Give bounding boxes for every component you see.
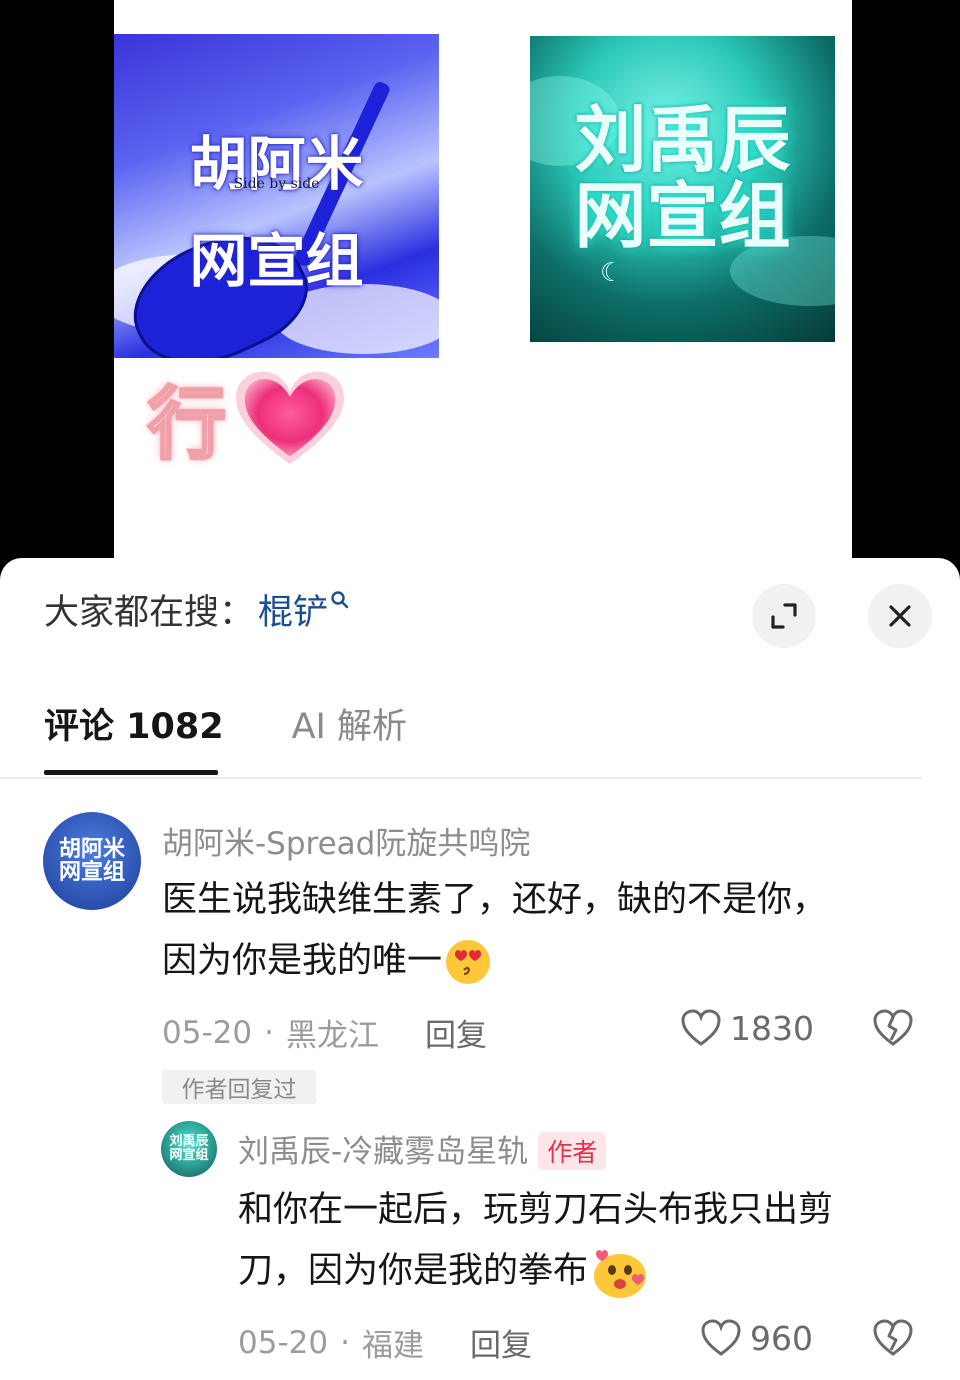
- like-button[interactable]: 1830: [680, 1008, 814, 1048]
- like-count: 1830: [730, 1008, 814, 1048]
- heart-icon: [236, 371, 345, 465]
- heart-outline-icon: [681, 1009, 721, 1046]
- heart-eyes-emoji-icon: [446, 940, 491, 984]
- comment-content-line1: 医生说我缺维生素了，还好，缺的不是你，: [162, 880, 828, 920]
- comment-meta: 05-20 · 黑龙江 回复: [162, 1010, 487, 1055]
- reply-button[interactable]: 回复: [425, 1010, 487, 1055]
- broken-heart-icon: [873, 1009, 913, 1046]
- like-count: 960: [750, 1318, 813, 1358]
- comment-sheet: 大家都在搜： 棍铲 评论 1082 AI 解析 胡阿米网宣组 胡阿米-Sprea…: [0, 558, 960, 1380]
- heart-outline-icon: [701, 1319, 741, 1356]
- sticker: 行: [146, 362, 348, 474]
- expand-icon: [771, 603, 797, 629]
- cover-title-line2: 网宣组: [574, 172, 791, 258]
- reply-username[interactable]: 刘禹辰-冷藏雾岛星轨: [238, 1134, 528, 1170]
- tab-ai-analysis[interactable]: AI 解析: [292, 698, 407, 749]
- moon-icon: ☾: [600, 258, 624, 288]
- cover-image-liu-yuchen: 刘禹辰 网宣组 ☾: [530, 36, 835, 342]
- avatar[interactable]: 胡阿米网宣组: [43, 812, 141, 910]
- sticker-text: 行: [146, 378, 227, 472]
- reply-content-line2: 刀，因为你是我的拳布: [238, 1241, 833, 1302]
- cover-subtitle: Side by side: [233, 176, 320, 192]
- comment-location: 黑龙江: [285, 1018, 379, 1054]
- comment-tabs: 评论 1082 AI 解析: [44, 698, 407, 749]
- cover-title: 刘禹辰 网宣组: [530, 102, 835, 253]
- trending-search-label: 大家都在搜：: [44, 593, 255, 633]
- dislike-button[interactable]: [872, 1008, 914, 1052]
- close-button[interactable]: [868, 584, 932, 648]
- meta-separator: ·: [340, 1324, 350, 1361]
- love-struck-emoji-icon: [594, 1250, 647, 1298]
- comment-content-line2: 因为你是我的唯一: [162, 931, 827, 992]
- comment-content[interactable]: 医生说我缺维生素了，还好，缺的不是你， 因为你是我的唯一: [162, 870, 827, 992]
- active-tab-indicator: [44, 770, 218, 775]
- trending-search[interactable]: 大家都在搜： 棍铲: [44, 584, 350, 635]
- author-badge: 作者: [538, 1131, 607, 1170]
- tab-comments[interactable]: 评论 1082: [44, 698, 224, 749]
- cover-title-line2: 网宣组: [189, 226, 364, 295]
- reply-content[interactable]: 和你在一起后，玩剪刀石头布我只出剪 刀，因为你是我的拳布: [238, 1180, 833, 1302]
- cover-title-line1: 刘禹辰: [574, 97, 791, 182]
- meta-separator: ·: [264, 1014, 274, 1051]
- reply-content-line1: 和你在一起后，玩剪刀石头布我只出剪: [238, 1190, 834, 1230]
- reply-content-text: 刀，因为你是我的拳布: [238, 1251, 589, 1291]
- reply-date: 05-20: [238, 1324, 329, 1361]
- comment-date: 05-20: [162, 1014, 253, 1051]
- reply-button[interactable]: 回复: [470, 1320, 532, 1365]
- reply-avatar[interactable]: 刘禹辰网宣组: [161, 1121, 217, 1177]
- broken-heart-icon: [873, 1319, 913, 1356]
- avatar-text: 胡阿米网宣组: [58, 835, 125, 885]
- close-icon: [889, 605, 911, 627]
- comment-username[interactable]: 胡阿米-Spread阮旋共鸣院: [162, 818, 530, 863]
- cover-title: 胡阿米 网宣组: [114, 134, 439, 292]
- like-button[interactable]: 960: [700, 1318, 813, 1358]
- expand-button[interactable]: [752, 584, 816, 648]
- trending-search-term[interactable]: 棍铲: [258, 584, 328, 635]
- comment-content-text: 因为你是我的唯一: [162, 941, 443, 981]
- reply-location: 福建: [361, 1328, 424, 1364]
- author-replied-tag: 作者回复过: [162, 1070, 316, 1104]
- search-icon: [331, 590, 349, 608]
- cover-image-hu-ami: 胡阿米 网宣组 Side by side: [114, 34, 439, 358]
- cover-title-spacer: [114, 195, 439, 231]
- dislike-button[interactable]: [872, 1318, 914, 1362]
- avatar-text: 刘禹辰网宣组: [169, 1134, 209, 1163]
- tabs-divider: [0, 777, 922, 779]
- reply-meta: 05-20 · 福建 回复: [238, 1320, 532, 1365]
- reply-username-row: 刘禹辰-冷藏雾岛星轨 作者: [238, 1126, 607, 1173]
- post-media[interactable]: 胡阿米 网宣组 Side by side 刘禹辰 网宣组 ☾ 行: [114, 0, 852, 600]
